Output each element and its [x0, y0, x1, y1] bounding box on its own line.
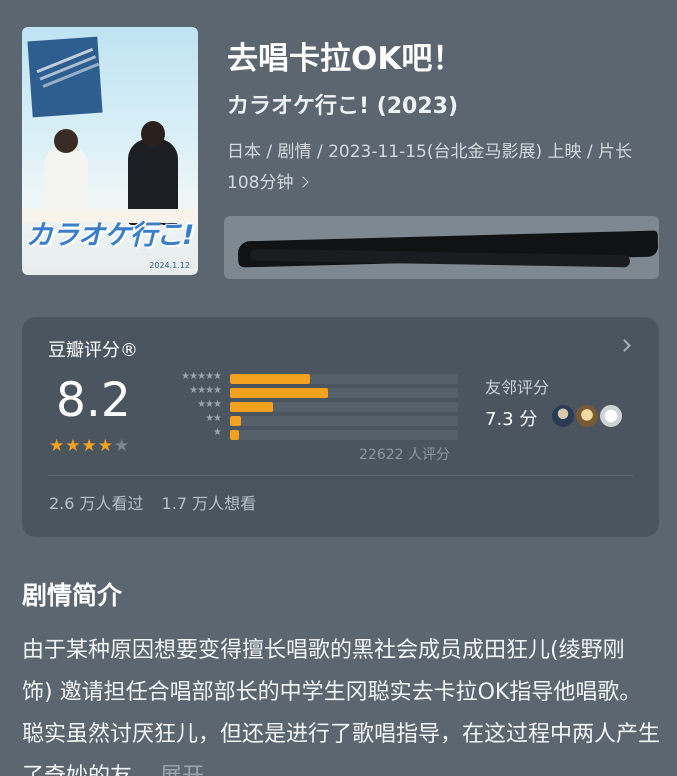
avatar[interactable]: [598, 403, 624, 429]
row-stars-icon: ★★: [205, 413, 222, 424]
synopsis-text: 由于某种原因想要变得擅长唱歌的黑社会成员成田狂儿(绫野刚 饰) 邀请担任合唱部部…: [22, 630, 662, 776]
star-icon: ★: [114, 436, 131, 456]
rating-stars: ★★★★★: [49, 436, 130, 456]
distribution-row: ★: [159, 427, 459, 442]
avatar[interactable]: [550, 403, 576, 429]
synopsis-body: 由于某种原因想要变得擅长唱歌的黑社会成员成田狂儿(绫野刚 饰) 邀请担任合唱部部…: [22, 638, 661, 776]
star-icon: ★: [97, 436, 114, 456]
movie-title: 去唱卡拉OK吧！: [227, 41, 464, 77]
distribution-row: ★★★★★: [159, 371, 459, 386]
synopsis-title: 剧情简介: [22, 581, 123, 610]
poster-date: 2024.1.12: [149, 261, 190, 270]
row-stars-icon: ★★★★: [189, 385, 222, 396]
distribution-bar: [230, 402, 273, 412]
distribution-track: [230, 430, 458, 440]
row-stars-icon: ★★★: [197, 399, 222, 410]
rating-count: 22622 人评分: [359, 447, 450, 463]
distribution-track: [230, 416, 458, 426]
distribution-bar: [230, 374, 310, 384]
distribution-bar: [230, 430, 239, 440]
movie-meta-text: 日本 / 剧情 / 2023-11-15(台北金马影展) 上映 / 片长108分…: [227, 142, 633, 193]
star-icon: ★: [65, 436, 82, 456]
divider: [48, 475, 633, 476]
movie-original-title: カラオケ行こ! (2023): [227, 94, 459, 119]
avatar[interactable]: [574, 403, 600, 429]
wish-count[interactable]: 1.7 万人想看: [162, 494, 257, 513]
poster-sky-art: [27, 36, 103, 118]
star-icon: ★: [81, 436, 98, 456]
distribution-bar: [230, 416, 241, 426]
rating-card[interactable]: 豆瓣评分® 8.2 ★★★★★ ★★★★★ ★★★★ ★★★ ★★ ★ 22622 人评…: [22, 317, 659, 537]
expand-link[interactable]: 展开: [160, 764, 204, 776]
distribution-row: ★★: [159, 413, 459, 428]
distribution-row: ★★★: [159, 399, 459, 414]
distribution-bar: [230, 388, 328, 398]
chevron-right-icon: [297, 176, 310, 188]
watch-stats: 2.6 万人看过 1.7 万人想看: [49, 490, 256, 514]
chevron-right-icon[interactable]: [618, 339, 631, 352]
friends-rating-label: 友邻评分: [485, 378, 550, 397]
distribution-row: ★★★★: [159, 385, 459, 400]
movie-meta[interactable]: 日本 / 剧情 / 2023-11-15(台北金马影展) 上映 / 片长108分…: [227, 137, 657, 199]
redacted-area: [224, 216, 659, 279]
poster-logo: カラオケ行こ!: [26, 220, 194, 251]
row-stars-icon: ★★★★★: [181, 371, 222, 382]
watched-count[interactable]: 2.6 万人看过: [49, 494, 144, 513]
rating-score: 8.2: [56, 373, 131, 428]
row-stars-icon: ★: [213, 427, 222, 438]
friends-rating-score: 7.3 分: [485, 409, 538, 430]
star-icon: ★: [49, 436, 66, 456]
movie-poster[interactable]: カラオケ行こ! 2024.1.12: [22, 27, 198, 275]
rating-card-title: 豆瓣评分®: [48, 340, 138, 361]
